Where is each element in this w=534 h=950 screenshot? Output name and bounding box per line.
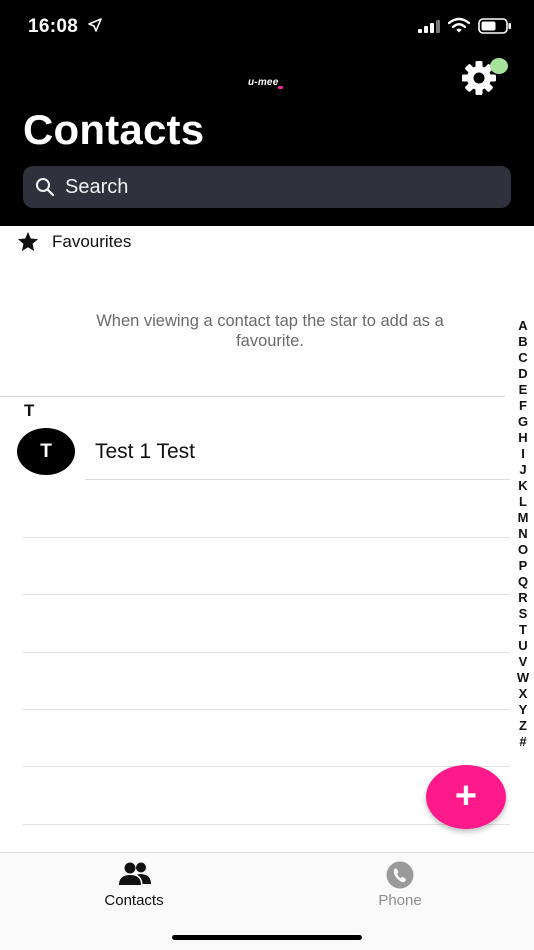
tab-contacts[interactable]: Contacts: [34, 853, 234, 923]
status-time: 16:08: [28, 16, 79, 37]
index-letter[interactable]: H: [513, 430, 533, 446]
index-letter[interactable]: F: [513, 398, 533, 414]
index-letter[interactable]: R: [513, 590, 533, 606]
index-letter[interactable]: T: [513, 622, 533, 638]
tab-phone-label: Phone: [378, 892, 422, 909]
page-title: Contacts: [23, 106, 205, 153]
empty-row-separator: [23, 594, 510, 595]
contact-name: Test 1 Test: [95, 440, 195, 463]
plus-icon: +: [454, 775, 478, 817]
search-bar[interactable]: Search: [23, 166, 511, 208]
section-header-t: T: [24, 401, 35, 420]
index-letter[interactable]: S: [513, 606, 533, 622]
empty-row-separator: [23, 709, 510, 710]
index-letter[interactable]: I: [513, 446, 533, 462]
index-letter[interactable]: E: [513, 382, 533, 398]
index-letter[interactable]: P: [513, 558, 533, 574]
signal-icon: [418, 20, 440, 33]
contacts-icon: [119, 862, 151, 885]
search-icon: [36, 178, 55, 197]
divider: [0, 396, 505, 397]
index-letter[interactable]: O: [513, 542, 533, 558]
empty-row-separator: [23, 652, 510, 653]
index-letter[interactable]: A: [513, 318, 533, 334]
phone-icon: [386, 861, 414, 889]
location-arrow-icon: [88, 18, 102, 32]
favourites-label: Favourites: [52, 232, 132, 251]
app-logo: u-mee: [248, 77, 279, 88]
logo-accent: [278, 86, 283, 89]
index-letter[interactable]: Z: [513, 718, 533, 734]
index-letter[interactable]: M: [513, 510, 533, 526]
index-letter[interactable]: Q: [513, 574, 533, 590]
index-letter[interactable]: X: [513, 686, 533, 702]
empty-row-separator: [23, 537, 510, 538]
index-letter[interactable]: W: [513, 670, 533, 686]
index-letter[interactable]: J: [513, 462, 533, 478]
contact-row[interactable]: T Test 1 Test: [0, 424, 510, 480]
favourites-hint: When viewing a contact tap the star to a…: [96, 312, 444, 350]
status-indicator-dot: [490, 58, 508, 74]
favourites-header: Favourites: [0, 226, 534, 258]
index-letter[interactable]: V: [513, 654, 533, 670]
avatar: T: [17, 428, 75, 475]
star-icon: [17, 231, 39, 252]
index-letter[interactable]: B: [513, 334, 533, 350]
index-letter[interactable]: #: [513, 734, 533, 750]
index-letter[interactable]: G: [513, 414, 533, 430]
index-letter[interactable]: D: [513, 366, 533, 382]
index-letter[interactable]: L: [513, 494, 533, 510]
home-indicator: [172, 935, 362, 940]
tab-contacts-label: Contacts: [104, 892, 164, 909]
row-separator: [85, 479, 510, 480]
wifi-icon: [448, 17, 470, 33]
tab-phone[interactable]: Phone: [300, 853, 500, 923]
index-letter[interactable]: C: [513, 350, 533, 366]
battery-icon: [478, 18, 511, 34]
index-letter[interactable]: Y: [513, 702, 533, 718]
index-letter[interactable]: U: [513, 638, 533, 654]
add-contact-button[interactable]: +: [426, 765, 506, 829]
index-letter[interactable]: N: [513, 526, 533, 542]
status-bar: 16:08: [0, 0, 534, 52]
alphabet-index[interactable]: A B C D E F G H I J K L M N O P Q R S T U V W X Y Z #: [513, 318, 533, 750]
index-letter[interactable]: K: [513, 478, 533, 494]
search-input[interactable]: Search: [65, 176, 128, 199]
header: 16:08 u-mee Contacts Search: [0, 0, 534, 226]
